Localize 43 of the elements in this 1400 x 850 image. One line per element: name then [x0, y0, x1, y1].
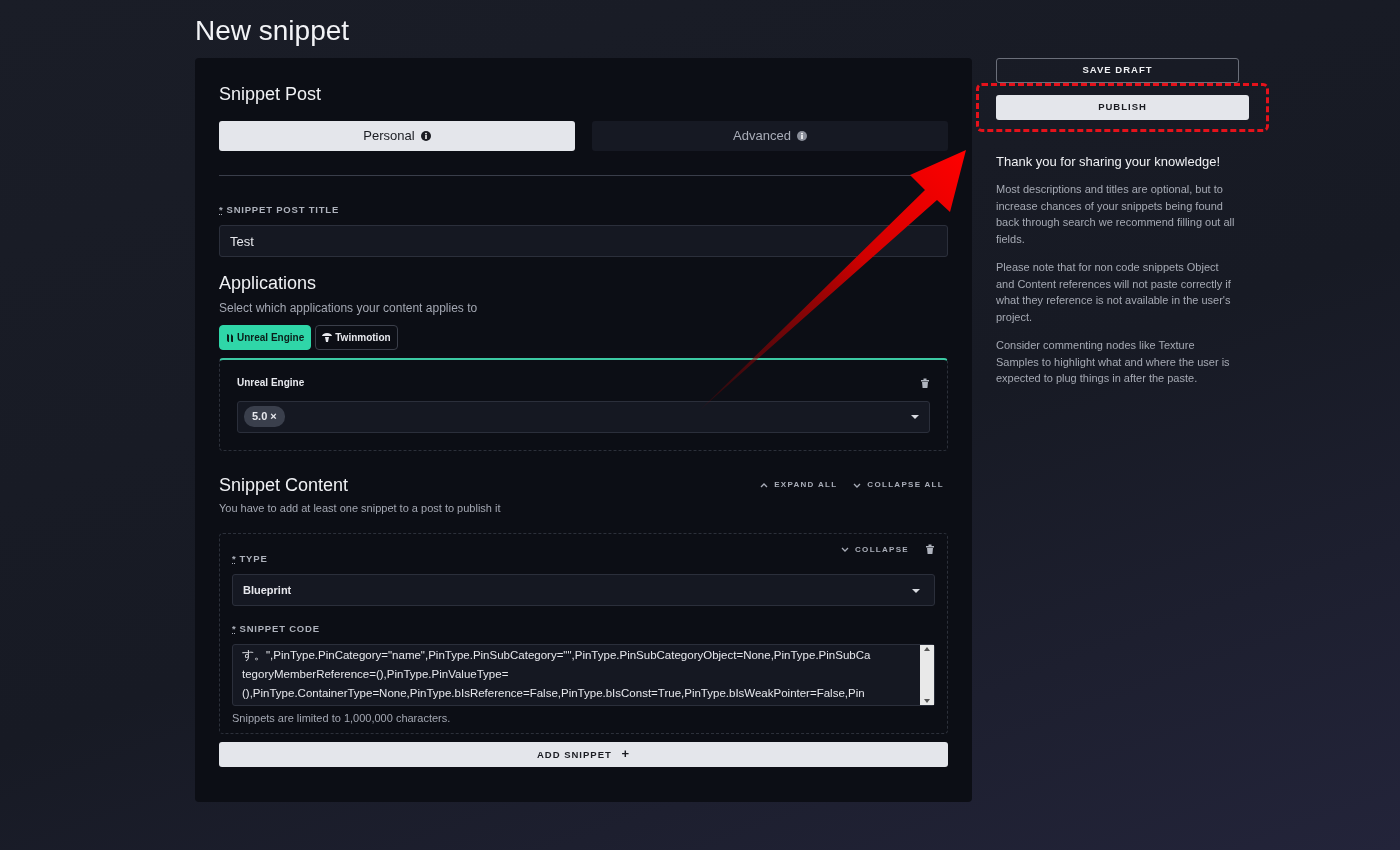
section-heading: Snippet Post [219, 83, 323, 106]
title-input[interactable]: Test [219, 225, 948, 258]
thanks-heading: Thank you for sharing your knowledge! [996, 152, 1221, 171]
section-heading: Applications [219, 273, 318, 296]
hint-text: Select which applications your content applies to [219, 300, 479, 318]
field-label: * SNIPPET CODE [232, 621, 321, 636]
scroll-up-icon [924, 647, 930, 652]
application-chip[interactable]: Twinmotion [315, 325, 398, 351]
page-title: New snippet [195, 14, 351, 48]
type-select[interactable]: Blueprint [232, 573, 935, 606]
add-snippet-button[interactable]: ADD SNIPPET + [219, 741, 948, 767]
field-label: * SNIPPET POST TITLE [219, 203, 341, 218]
field-label: * TYPE [232, 551, 269, 566]
tab[interactable]: Advanced [592, 121, 948, 152]
scroll-down-icon [924, 699, 930, 704]
tab[interactable]: Personal [219, 121, 575, 152]
collapse-all-button[interactable]: COLLAPSE ALL [853, 479, 944, 492]
trash-icon [920, 378, 930, 390]
save-draft-button[interactable]: SAVE DRAFT [996, 57, 1239, 83]
info-paragraph: Consider commenting nodes like Texture Samples to highlight what and where the user is expected to plug things in after the paste. [996, 338, 1231, 387]
section-heading: Snippet Content [219, 474, 349, 497]
collapse-button[interactable]: COLLAPSE [841, 543, 909, 556]
version-tag[interactable]: 5.0 × [244, 406, 285, 427]
chevron-down-icon [841, 546, 850, 554]
logo-icon [226, 332, 234, 343]
expand-all-button[interactable]: EXPAND ALL [760, 479, 838, 492]
logo-icon [322, 332, 333, 343]
code-input[interactable]: す。",PinType.PinCategory="name",PinType.PinSubCategory="",PinType.PinSubCategoryObject=None,PinType.PinSubCa tegoryMemberReference=(),PinType.PinValueType= (),PinType.ContainerType=None,PinType.bIsReference=False,PinType.bIsConst=True,PinType.bIsWeakPointer=False,Pin [232, 644, 935, 707]
hint-text: You have to add at least one snippet to a post to publish it [219, 501, 502, 517]
chevron-up-icon [760, 481, 769, 489]
info-paragraph: Please note that for non code snippets Object and Content references will not paste correctly if what they reference is not available in the user's project. [996, 260, 1232, 325]
caret-down-icon [911, 415, 919, 420]
info-icon [796, 131, 807, 142]
publish-button[interactable]: PUBLISH [996, 94, 1249, 120]
chevron-down-icon [853, 481, 862, 489]
info-icon [420, 131, 431, 142]
version-select[interactable]: 5.0 × [237, 400, 930, 433]
limit-note: Snippets are limited to 1,000,000 characters. [232, 711, 452, 727]
panel-label: Unreal Engine [237, 376, 305, 391]
info-paragraph: Most descriptions and titles are optional, but to increase chances of your snippets being found back through search we recommend filling out all fields. [996, 182, 1236, 247]
application-chip[interactable]: Unreal Engine [219, 325, 312, 351]
caret-down-icon [912, 588, 920, 593]
trash-icon [925, 544, 935, 556]
